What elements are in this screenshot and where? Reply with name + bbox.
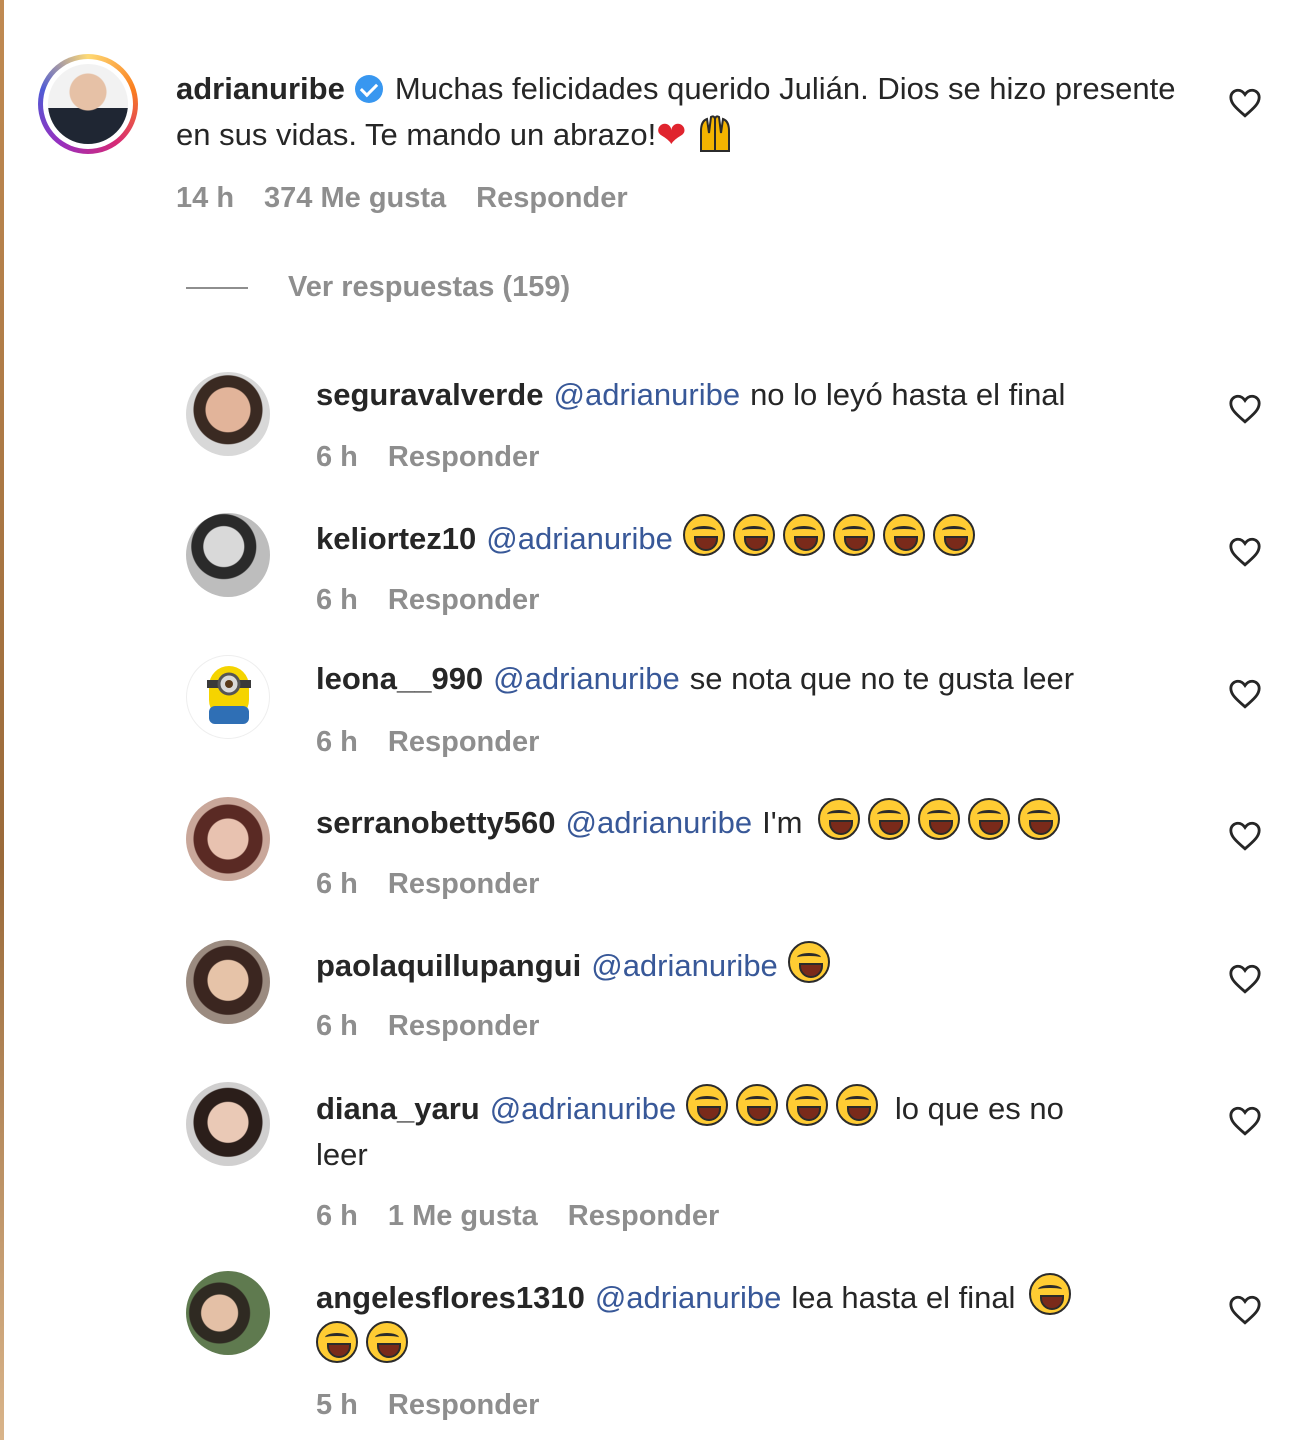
face-with-tears-of-joy-emoji (968, 798, 1011, 840)
reply-button[interactable]: Responder (388, 868, 539, 900)
reply-time[interactable]: 5 h (316, 1389, 358, 1421)
face-with-tears-of-joy-emoji (782, 514, 825, 556)
reply-meta: 6 h 1 Me gusta Responder (316, 1200, 749, 1233)
heart-outline-icon[interactable] (1228, 86, 1262, 120)
face-with-tears-of-joy-emoji (786, 1084, 829, 1126)
reply-body: diana_yaru @adrianuribe lo que es no leer (316, 1084, 1216, 1178)
face-with-tears-of-joy-emoji (882, 514, 925, 556)
mention-link[interactable]: @adrianuribe (553, 377, 740, 412)
reply-body: seguravalverde @adrianuribe no lo leyó has… (316, 372, 1216, 418)
reply-body: serranobetty560 @adrianuribe I'm (316, 798, 1216, 846)
reply-text: se nota que no te gusta leer (689, 661, 1075, 696)
face-with-tears-of-joy-emoji (1029, 1273, 1072, 1315)
face-with-tears-of-joy-emoji (682, 514, 725, 556)
mention-link[interactable]: @adrianuribe (566, 805, 753, 840)
avatar[interactable] (186, 372, 270, 456)
face-with-tears-of-joy-emoji (818, 798, 861, 840)
reply-button[interactable]: Responder (388, 441, 539, 473)
comment-username[interactable]: adrianuribe (176, 71, 345, 106)
reply-time[interactable]: 6 h (316, 441, 358, 473)
reply-button[interactable]: Responder (388, 584, 539, 616)
reply-username[interactable]: diana_yaru (316, 1091, 480, 1126)
heart-outline-icon[interactable] (1228, 1293, 1262, 1327)
comment-time[interactable]: 14 h (176, 182, 234, 214)
reply-time[interactable]: 6 h (316, 1200, 358, 1232)
face-with-tears-of-joy-emoji (732, 514, 775, 556)
reply-text: lo que es no (894, 1091, 1064, 1126)
reply-meta: 6 h Responder (316, 584, 569, 617)
mention-link[interactable]: @adrianuribe (591, 948, 778, 983)
reply-username[interactable]: leona__990 (316, 661, 483, 696)
window-edge (0, 0, 4, 1440)
divider (186, 287, 248, 290)
reply-time[interactable]: 6 h (316, 584, 358, 616)
comment-meta: 14 h 374 Me gusta Responder (176, 182, 658, 215)
avatar[interactable] (38, 54, 138, 154)
avatar[interactable] (186, 1271, 270, 1355)
reply-button[interactable]: Responder (388, 1010, 539, 1042)
heart-outline-icon[interactable] (1228, 962, 1262, 996)
reply-username[interactable]: paolaquillupangui (316, 948, 581, 983)
mention-link[interactable]: @adrianuribe (486, 521, 673, 556)
face-with-tears-of-joy-emoji (787, 941, 830, 983)
avatar[interactable] (186, 940, 270, 1024)
reply-button[interactable]: Responder (568, 1200, 719, 1232)
reply-username[interactable]: serranobetty560 (316, 805, 556, 840)
mention-link[interactable]: @adrianuribe (493, 661, 680, 696)
reply-body: leona__990 @adrianuribe se nota que no te … (316, 656, 1216, 702)
avatar[interactable] (186, 797, 270, 881)
reply-meta: 6 h Responder (316, 726, 569, 759)
reply-body: angelesflores1310 @adrianuribe lea hasta e… (316, 1273, 1216, 1369)
view-replies-label[interactable]: Ver respuestas (159) (288, 271, 570, 303)
comment-likes[interactable]: 374 Me gusta (264, 182, 446, 214)
reply-username[interactable]: seguravalverde (316, 377, 543, 412)
reply-username[interactable]: angelesflores1310 (316, 1280, 585, 1315)
reply-likes[interactable]: 1 Me gusta (388, 1200, 538, 1232)
comment-body: adrianuribe Muchas felicidades querido Ju… (176, 66, 1216, 158)
reply-meta: 6 h Responder (316, 441, 569, 474)
reply-username[interactable]: keliortez10 (316, 521, 476, 556)
face-with-tears-of-joy-emoji (868, 798, 911, 840)
avatar[interactable] (186, 513, 270, 597)
reply-meta: 6 h Responder (316, 868, 569, 901)
avatar[interactable] (186, 655, 270, 739)
heart-outline-icon[interactable] (1228, 819, 1262, 853)
reply-button[interactable]: Responder (476, 182, 627, 214)
red-heart-emoji: ❤ (656, 114, 687, 155)
reply-time[interactable]: 6 h (316, 1010, 358, 1042)
minion-avatar-image (207, 666, 251, 724)
face-with-tears-of-joy-emoji (932, 514, 975, 556)
face-with-tears-of-joy-emoji (736, 1084, 779, 1126)
mention-link[interactable]: @adrianuribe (490, 1091, 677, 1126)
view-replies-button[interactable]: Ver respuestas (159) (186, 271, 570, 304)
heart-outline-icon[interactable] (1228, 392, 1262, 426)
reply-meta: 6 h Responder (316, 1010, 569, 1043)
face-with-tears-of-joy-emoji (686, 1084, 729, 1126)
avatar-photo (48, 64, 128, 144)
verified-badge-icon (354, 75, 383, 103)
reply-text: no lo leyó hasta el final (750, 377, 1066, 412)
reply-text-continued: leer (316, 1137, 368, 1172)
reply-body: keliortez10 @adrianuribe (316, 514, 1216, 562)
face-with-tears-of-joy-emoji (918, 798, 961, 840)
face-with-tears-of-joy-emoji (366, 1321, 408, 1363)
reply-meta: 5 h Responder (316, 1389, 569, 1422)
avatar[interactable] (186, 1082, 270, 1166)
reply-button[interactable]: Responder (388, 1389, 539, 1421)
heart-outline-icon[interactable] (1228, 535, 1262, 569)
reply-text: lea hasta el final (791, 1280, 1016, 1315)
heart-outline-icon[interactable] (1228, 677, 1262, 711)
mention-link[interactable]: @adrianuribe (595, 1280, 782, 1315)
reply-text: I'm (762, 805, 803, 840)
reply-time[interactable]: 6 h (316, 868, 358, 900)
heart-outline-icon[interactable] (1228, 1104, 1262, 1138)
face-with-tears-of-joy-emoji (316, 1321, 358, 1363)
reply-time[interactable]: 6 h (316, 726, 358, 758)
reply-body: paolaquillupangui @adrianuribe (316, 941, 1216, 989)
reply-button[interactable]: Responder (388, 726, 539, 758)
face-with-tears-of-joy-emoji (1018, 798, 1061, 840)
face-with-tears-of-joy-emoji (832, 514, 875, 556)
raising-hands-emoji (700, 115, 731, 152)
face-with-tears-of-joy-emoji (836, 1084, 879, 1126)
